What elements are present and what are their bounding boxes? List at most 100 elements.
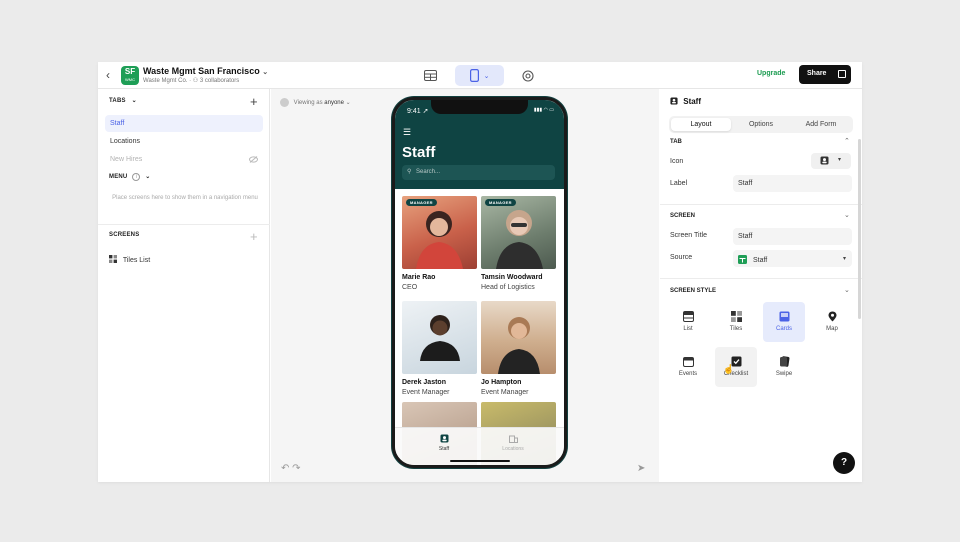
style-option-map[interactable]: Map	[811, 302, 853, 342]
chevron-down-icon: ⌄	[345, 100, 351, 107]
screens-heading: SCREENS	[109, 232, 140, 238]
search-placeholder: Search...	[416, 169, 441, 175]
tab-section-heading: TAB	[670, 139, 682, 145]
app-title-text: Waste Mgmt San Francisco	[143, 66, 260, 76]
staff-card-jo-hampton[interactable]: Jo Hampton Event Manager	[481, 301, 556, 396]
source-select[interactable]: Staff ▾	[733, 250, 852, 267]
list-icon	[682, 311, 694, 322]
tabs-heading[interactable]: TABS ⌄	[109, 97, 137, 104]
staff-card-marie-rao[interactable]: MANAGER Marie Rao CEO	[402, 196, 477, 291]
icon-picker[interactable]: ▾	[811, 153, 851, 169]
phone-search-input[interactable]: ⚲ Search...	[402, 165, 555, 180]
staff-role: Event Manager	[402, 389, 450, 396]
phone-tab-bar: Staff Locations	[395, 427, 564, 465]
screen-title-field[interactable]: Staff	[733, 228, 852, 245]
screen-item-label: Tiles List	[122, 257, 151, 264]
style-option-tiles[interactable]: Tiles	[715, 302, 757, 342]
style-option-label: Cards	[775, 326, 792, 332]
phone-icon	[469, 69, 479, 82]
icon-label: Icon	[670, 158, 684, 165]
segment-options[interactable]: Options	[731, 118, 791, 131]
staff-card-tamsin-woodward[interactable]: MANAGER Tamsin Woodward Head of Logistic…	[481, 196, 556, 291]
upgrade-link[interactable]: Upgrade	[757, 70, 785, 77]
chevron-down-icon: ⌄	[145, 174, 151, 180]
chevron-down-icon[interactable]: ⌄	[262, 69, 268, 76]
chevron-down-icon[interactable]: ⌄	[844, 286, 850, 294]
staff-photo	[402, 301, 477, 374]
back-chevron-icon[interactable]: ‹	[106, 68, 110, 82]
logo-text: SF	[124, 67, 136, 76]
style-option-label: Tiles	[729, 326, 743, 332]
caret-down-icon: ▾	[838, 157, 842, 163]
share-button[interactable]: Share	[799, 65, 851, 84]
staff-photo: MANAGER	[402, 196, 477, 269]
hamburger-menu-icon[interactable]: ☰	[403, 127, 411, 138]
style-option-label: List	[683, 326, 693, 332]
sheet-icon	[738, 255, 747, 264]
top-bar: ‹ SF WMC Waste Mgmt San Francisco ⌄ Wast…	[98, 62, 862, 89]
menu-heading[interactable]: MENU i ⌄	[109, 173, 150, 181]
status-icons: ▮▮▮ ◠ ▭	[533, 107, 554, 113]
style-option-label: Map	[826, 326, 838, 332]
phone-tab-label: Locations	[502, 446, 524, 452]
logo-subtext: WMC	[125, 77, 135, 82]
chevron-down-icon: ⌄	[483, 72, 490, 80]
style-option-cards[interactable]: Cards	[763, 302, 805, 342]
style-option-label: Events	[678, 371, 698, 377]
style-option-label: Swipe	[775, 371, 793, 377]
person-badge-icon	[820, 156, 829, 165]
phone-tab-locations[interactable]: Locations	[483, 434, 543, 452]
add-screen-plus-icon[interactable]: +	[250, 230, 258, 243]
style-option-events[interactable]: Events	[667, 347, 709, 387]
menu-hint: Place screens here to show them in a nav…	[112, 195, 258, 201]
pointer-arrow-icon[interactable]: ➤	[637, 463, 645, 474]
eye-off-icon[interactable]	[249, 156, 258, 163]
phone-tab-staff[interactable]: Staff	[414, 434, 474, 452]
person-silhouette-icon	[420, 315, 460, 361]
help-button[interactable]: ?	[833, 452, 855, 474]
add-tab-plus-icon[interactable]: +	[250, 95, 258, 108]
panel-scrollbar[interactable]	[858, 139, 861, 319]
tab-item-new-hires-label: New Hires	[110, 156, 143, 163]
tab-settings[interactable]	[516, 65, 540, 86]
staff-card-derek-jaston[interactable]: Derek Jaston Event Manager	[402, 301, 477, 396]
tab-item-new-hires[interactable]: New Hires	[105, 151, 263, 168]
tab-data[interactable]	[418, 65, 442, 86]
source-label: Source	[670, 254, 693, 261]
table-icon	[423, 70, 437, 81]
external-link-icon	[838, 70, 846, 78]
chevron-up-icon[interactable]: ⌃	[844, 137, 850, 145]
app-title[interactable]: Waste Mgmt San Francisco ⌄	[143, 66, 268, 76]
menu-heading-text: MENU	[109, 174, 128, 180]
collaborators-count[interactable]: 3 collaborators	[200, 78, 239, 84]
screen-item-tiles-list[interactable]: Tiles List	[109, 255, 150, 264]
tab-label-field[interactable]: Staff	[733, 175, 852, 192]
status-time: 9:41 ➚	[407, 108, 429, 115]
undo-redo-icon[interactable]: ↶ ↷	[281, 463, 301, 474]
divider	[98, 224, 270, 225]
tab-item-staff[interactable]: Staff	[105, 115, 263, 132]
manager-badge: MANAGER	[406, 199, 437, 206]
gear-icon	[522, 69, 534, 82]
segment-add-form[interactable]: Add Form	[791, 118, 851, 131]
staff-photo	[481, 301, 556, 374]
tab-item-locations[interactable]: Locations	[105, 133, 263, 150]
style-option-checklist[interactable]: Checklist ☝	[715, 347, 757, 387]
left-panel: TABS ⌄ + Staff Locations New Hires MENU …	[98, 89, 270, 482]
source-value: Staff	[752, 257, 768, 264]
viewing-as-selector[interactable]: Viewing as anyone ⌄	[280, 98, 351, 107]
swipe-icon	[779, 356, 789, 367]
staff-role: Head of Logistics	[481, 284, 535, 291]
people-icon: ⚇	[192, 78, 199, 84]
chevron-down-icon[interactable]: ⌄	[844, 211, 850, 219]
panel-title-text: Staff	[683, 97, 702, 106]
style-option-list[interactable]: List	[667, 302, 709, 342]
tab-layout[interactable]: ⌄	[455, 65, 504, 86]
avatar-icon	[280, 98, 289, 107]
segmented-control: Layout Options Add Form	[669, 116, 853, 133]
status-time-text: 9:41	[407, 108, 421, 115]
cards-icon	[779, 311, 789, 322]
segment-layout[interactable]: Layout	[671, 118, 731, 131]
style-option-swipe[interactable]: Swipe	[763, 347, 805, 387]
app-window: ‹ SF WMC Waste Mgmt San Francisco ⌄ Wast…	[98, 62, 862, 482]
